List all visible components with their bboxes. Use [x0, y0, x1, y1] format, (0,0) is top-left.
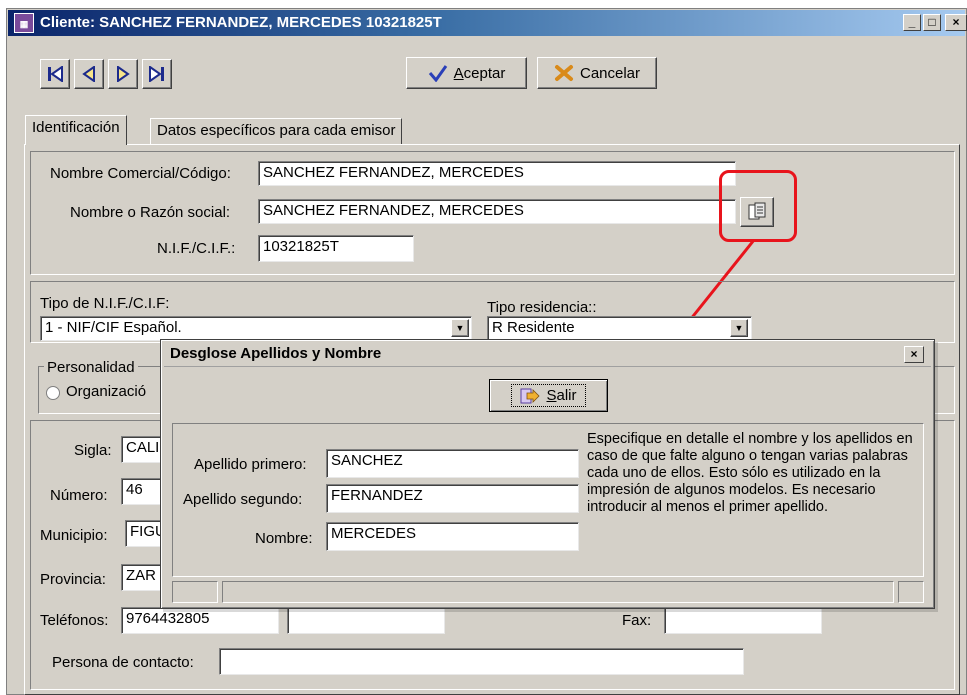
- nif-label: N.I.F./C.I.F.:: [157, 240, 236, 257]
- second-surname-field[interactable]: FERNANDEZ: [326, 484, 579, 513]
- second-surname-label: Apellido segundo:: [183, 491, 303, 508]
- numero-label: Número:: [50, 487, 108, 504]
- help-text: Especifique en detalle el nombre y los a…: [587, 431, 913, 515]
- highlight-annotation: [719, 170, 797, 242]
- last-record-icon: [149, 65, 164, 83]
- app-icon: ▦: [14, 13, 34, 33]
- tab-datos-especificos[interactable]: Datos específicos para cada emisor: [150, 118, 403, 144]
- dialog-title: Desglose Apellidos y Nombre: [170, 345, 382, 362]
- first-record-icon: [48, 65, 63, 83]
- organization-label: Organizació: [66, 383, 147, 400]
- cancel-label: Cancelar: [579, 64, 641, 82]
- telefono2-field[interactable]: [287, 607, 445, 634]
- checkmark-icon: [428, 65, 447, 82]
- first-surname-label: Apellido primero:: [194, 456, 307, 473]
- exit-label: Salir: [546, 387, 577, 404]
- residence-select[interactable]: R Residente: [487, 316, 752, 341]
- close-button[interactable]: ×: [945, 14, 967, 31]
- radio-organization[interactable]: [46, 386, 60, 400]
- contacto-label: Persona de contacto:: [52, 654, 194, 671]
- cancel-button[interactable]: Cancelar: [537, 57, 657, 89]
- accept-button[interactable]: Aceptar: [406, 57, 527, 89]
- personality-label: Personalidad: [44, 359, 138, 376]
- commercial-name-label: Nombre Comercial/Código:: [50, 165, 231, 182]
- tab-identificacion[interactable]: Identificación: [25, 115, 127, 145]
- name-field[interactable]: MERCEDES: [326, 522, 579, 551]
- chevron-down-icon[interactable]: ▼: [730, 319, 748, 337]
- exit-button[interactable]: Salir: [489, 379, 608, 412]
- contacto-field[interactable]: [219, 648, 744, 675]
- exit-arrow-icon: [520, 388, 541, 403]
- status-panel-2: [222, 581, 894, 603]
- municipio-label: Municipio:: [40, 527, 108, 544]
- next-record-button[interactable]: [108, 59, 138, 89]
- minimize-button[interactable]: _: [903, 14, 921, 31]
- nif-field[interactable]: 10321825T: [258, 235, 414, 262]
- minimize-icon: _: [908, 15, 916, 29]
- business-name-field[interactable]: SANCHEZ FERNANDEZ, MERCEDES: [258, 199, 736, 224]
- exit-focus-rect: Salir: [511, 384, 586, 407]
- fax-label: Fax:: [622, 612, 652, 629]
- close-icon: ×: [952, 15, 960, 29]
- cancel-x-icon: [554, 65, 573, 81]
- maximize-icon: □: [928, 15, 936, 29]
- status-panel-1: [172, 581, 218, 603]
- name-label: Nombre:: [255, 530, 313, 547]
- close-icon: ×: [910, 347, 918, 361]
- dialog-close-button[interactable]: ×: [904, 346, 924, 363]
- previous-record-button[interactable]: [74, 59, 104, 89]
- status-panel-3: [898, 581, 924, 603]
- accept-label: Aceptar: [453, 64, 506, 82]
- nif-type-label: Tipo de N.I.F./C.I.F:: [40, 295, 170, 312]
- nif-type-select[interactable]: 1 - NIF/CIF Español.: [40, 316, 472, 341]
- window-title: Cliente: SANCHEZ FERNANDEZ, MERCEDES 103…: [40, 14, 442, 31]
- commercial-name-field[interactable]: SANCHEZ FERNANDEZ, MERCEDES: [258, 161, 736, 186]
- first-record-button[interactable]: [40, 59, 70, 89]
- last-record-button[interactable]: [142, 59, 172, 89]
- provincia-label: Provincia:: [40, 571, 106, 588]
- telefonos-label: Teléfonos:: [40, 612, 109, 629]
- chevron-down-icon[interactable]: ▼: [451, 319, 469, 337]
- next-record-icon: [117, 65, 130, 83]
- maximize-button[interactable]: □: [923, 14, 941, 31]
- first-surname-field[interactable]: SANCHEZ: [326, 449, 579, 478]
- previous-record-icon: [82, 65, 95, 83]
- residence-label: Tipo residencia::: [487, 299, 597, 316]
- sigla-label: Sigla:: [74, 442, 112, 459]
- business-name-label: Nombre o Razón social:: [70, 204, 231, 221]
- fax-field[interactable]: [664, 607, 822, 634]
- telefono1-field[interactable]: 9764432805: [121, 607, 279, 634]
